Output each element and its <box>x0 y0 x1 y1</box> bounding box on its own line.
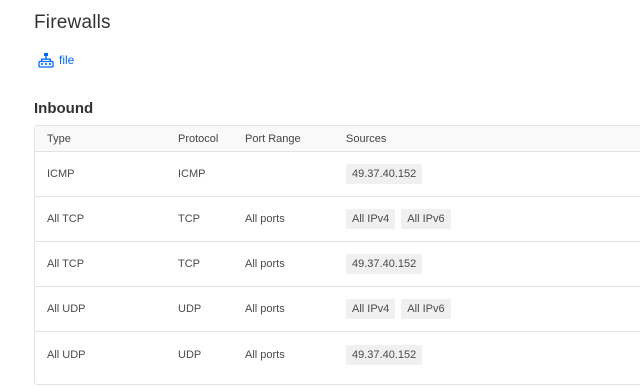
resource-link[interactable]: file <box>38 52 74 68</box>
inbound-rules-table: Type Protocol Port Range Sources ICMP IC… <box>34 125 640 385</box>
rule-sources: All IPv4 All IPv6 <box>346 197 451 241</box>
rule-port-range: All ports <box>245 303 285 315</box>
source-tag[interactable]: 49.37.40.152 <box>346 344 423 365</box>
source-tag[interactable]: All IPv6 <box>401 209 451 229</box>
rule-type: All TCP <box>47 258 85 270</box>
table-header-row: Type Protocol Port Range Sources <box>35 126 640 152</box>
source-tag[interactable]: 49.37.40.152 <box>346 164 423 184</box>
rule-protocol: ICMP <box>178 168 206 180</box>
rule-type: ICMP <box>47 168 75 180</box>
table-row[interactable]: ICMP ICMP 49.37.40.152 <box>35 152 640 197</box>
source-tag[interactable]: All IPv4 <box>346 209 396 229</box>
source-tag[interactable]: All IPv6 <box>401 299 451 319</box>
rule-type: All UDP <box>47 303 86 315</box>
table-row[interactable]: All UDP UDP All ports 49.37.40.152 <box>35 332 640 377</box>
rule-protocol: TCP <box>178 258 200 270</box>
table-row[interactable]: All TCP TCP All ports 49.37.40.152 <box>35 242 640 287</box>
rule-sources: 49.37.40.152 <box>346 152 423 196</box>
rule-type: All UDP <box>47 348 86 361</box>
table-row[interactable]: All UDP UDP All ports All IPv4 All IPv6 <box>35 287 640 332</box>
rule-port-range: All ports <box>245 348 285 361</box>
resource-link-label[interactable]: file <box>59 53 74 67</box>
rule-port-range: All ports <box>245 258 285 270</box>
rule-type: All TCP <box>47 213 85 225</box>
firewall-page: Firewalls file Inbound Type Protocol Por… <box>0 0 640 387</box>
column-header-sources: Sources <box>346 132 387 145</box>
rule-sources: All IPv4 All IPv6 <box>346 287 451 331</box>
droplet-resource-icon <box>38 52 54 68</box>
column-header-protocol: Protocol <box>178 132 219 145</box>
rule-port-range: All ports <box>245 213 285 225</box>
rule-protocol: TCP <box>178 213 200 225</box>
source-tag[interactable]: All IPv4 <box>346 299 396 319</box>
column-header-type: Type <box>47 132 71 145</box>
table-row[interactable]: All TCP TCP All ports All IPv4 All IPv6 <box>35 197 640 242</box>
page-title: Firewalls <box>34 12 111 33</box>
rule-sources: 49.37.40.152 <box>346 242 423 286</box>
source-tag[interactable]: 49.37.40.152 <box>346 254 423 274</box>
rule-protocol: UDP <box>178 303 202 315</box>
column-header-port-range: Port Range <box>245 132 301 145</box>
inbound-section-title: Inbound <box>34 100 94 117</box>
rule-sources: 49.37.40.152 <box>346 332 423 377</box>
rule-protocol: UDP <box>178 348 202 361</box>
